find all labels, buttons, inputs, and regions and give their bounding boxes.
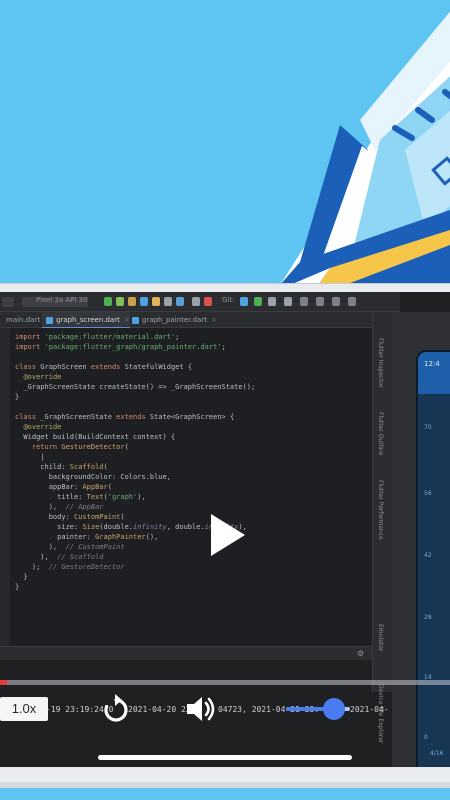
project-structure-icon[interactable] xyxy=(300,297,308,306)
code-line: body: CustomPaint( xyxy=(15,513,125,521)
volume-slider[interactable] xyxy=(286,697,350,721)
device-selector-label: Pixel 3a API 30 xyxy=(36,296,88,304)
code-line: painter: GraphPainter(), xyxy=(15,533,159,541)
emulator-panel: 12:4 70 56 42 28 14 0 4/16 xyxy=(392,312,450,767)
code-line: import 'package:flutter/material.dart'; xyxy=(15,333,180,341)
emulator-y-tick: 42 xyxy=(424,552,432,559)
code-line: class _GraphScreenState extends State<Gr… xyxy=(15,413,235,421)
code-line: appBar: AppBar( xyxy=(15,483,112,491)
gear-icon[interactable]: ⚙ xyxy=(357,649,364,658)
undo-icon[interactable] xyxy=(284,297,292,306)
dart-file-icon xyxy=(46,317,53,324)
devtools-icon[interactable] xyxy=(176,297,184,306)
code-line: title: Text('graph'), xyxy=(15,493,146,501)
close-icon[interactable]: × xyxy=(211,316,217,324)
code-line: import 'package:flutter_graph/graph_pain… xyxy=(15,343,226,351)
ide-bottom-bar: ⚙ xyxy=(0,646,372,660)
editor-tabs: main.dart × graph_screen.dart× graph_pain… xyxy=(0,312,372,328)
replay-icon xyxy=(104,694,128,722)
ide-toolbar: Pixel 3a API 30 Git: xyxy=(0,292,400,312)
toolbar-dropdown[interactable] xyxy=(2,297,14,307)
emulator-appbar: 12:4 xyxy=(418,352,450,394)
code-line: ), // Scaffold xyxy=(15,553,104,561)
phone-frame: Pixel 3a API 30 Git: main.dart × xyxy=(0,283,450,788)
volume-icon xyxy=(187,697,215,721)
stop-square-icon[interactable] xyxy=(192,297,200,306)
code-line: } xyxy=(15,583,20,591)
flutter-performance-tab[interactable]: Flutter Performance xyxy=(377,480,384,540)
code-line: ); // GestureDetector xyxy=(15,563,125,571)
code-line: class GraphScreen extends StatefulWidget… xyxy=(15,363,193,371)
timeline-label: 2021-04- xyxy=(350,705,389,714)
avd-manager-icon[interactable] xyxy=(332,297,340,306)
home-indicator[interactable] xyxy=(98,755,352,760)
code-editor[interactable]: import 'package:flutter/material.dart'; i… xyxy=(0,328,372,646)
editor-gutter xyxy=(0,328,10,646)
code-line: return GestureDetector( xyxy=(31,443,129,451)
timeline-labels: -19 23:19:24.0 2021-04-20 23: 04723, 202… xyxy=(0,704,450,716)
progress-played xyxy=(0,680,8,685)
emulator-y-tick: 0 xyxy=(424,734,428,741)
replay-button[interactable] xyxy=(102,694,130,724)
phone-edge xyxy=(0,782,450,788)
sdk-manager-icon[interactable] xyxy=(316,297,324,306)
code-line: } xyxy=(15,393,20,401)
emulator-x-label: 4/16 xyxy=(430,750,444,757)
progress-bar[interactable] xyxy=(0,680,450,685)
playback-speed-button[interactable]: 1.0x xyxy=(0,697,48,721)
volume-thumb[interactable] xyxy=(323,698,345,720)
flutter-inspector-tab[interactable]: Flutter Inspector xyxy=(377,338,384,388)
video-screen: Pixel 3a API 30 Git: main.dart × xyxy=(0,292,450,767)
tab-label: graph_painter.dart xyxy=(142,316,207,324)
tab-label: graph_screen.dart xyxy=(56,316,120,324)
git-label: Git: xyxy=(222,296,235,304)
code-line: ), // AppBar xyxy=(15,503,104,511)
dart-file-icon xyxy=(132,317,139,324)
attach-icon[interactable] xyxy=(140,297,148,306)
emulator-clock: 12:4 xyxy=(424,360,440,368)
hot-reload-icon[interactable] xyxy=(152,297,160,306)
tab-label: main.dart xyxy=(6,316,41,324)
code-line: child: Scaffold( xyxy=(15,463,108,471)
flutter-outline-tab[interactable]: Flutter Outline xyxy=(377,412,384,455)
git-history-icon[interactable] xyxy=(268,297,276,306)
play-icon xyxy=(211,514,245,556)
volume-button[interactable] xyxy=(185,695,217,723)
play-button[interactable] xyxy=(203,510,249,560)
hero-illustration xyxy=(0,0,450,285)
side-panel-strip: Flutter Inspector Flutter Outline Flutte… xyxy=(372,312,392,743)
code-line: } xyxy=(15,573,28,581)
code-line: backgroundColor: Colors.blue, xyxy=(15,473,171,481)
git-commit-icon[interactable] xyxy=(254,297,262,306)
emulator-y-tick: 28 xyxy=(424,614,432,621)
hot-restart-icon[interactable] xyxy=(164,297,172,306)
tab-graph-painter[interactable]: graph_painter.dart × xyxy=(128,312,217,328)
emulator-y-tick: 56 xyxy=(424,490,432,497)
stop-icon[interactable] xyxy=(204,297,212,306)
emulator-y-tick: 70 xyxy=(424,424,432,431)
code-line: ), // CustomPaint xyxy=(15,543,125,551)
code-line: @override xyxy=(23,423,62,431)
git-update-icon[interactable] xyxy=(240,297,248,306)
debug-icon[interactable] xyxy=(116,297,124,306)
tab-graph-screen[interactable]: graph_screen.dart × xyxy=(42,312,130,328)
book-illustration xyxy=(280,11,450,285)
emulator-tab[interactable]: Emulator xyxy=(377,624,384,651)
run-icon[interactable] xyxy=(104,297,112,306)
code-line: _GraphScreenState createState() => _Grap… xyxy=(15,383,256,391)
profile-icon[interactable] xyxy=(128,297,136,306)
search-icon[interactable] xyxy=(348,297,356,306)
code-line: @override xyxy=(23,373,62,381)
code-line: | xyxy=(15,453,45,461)
code-line: Widget build(BuildContext context) { xyxy=(15,433,176,441)
